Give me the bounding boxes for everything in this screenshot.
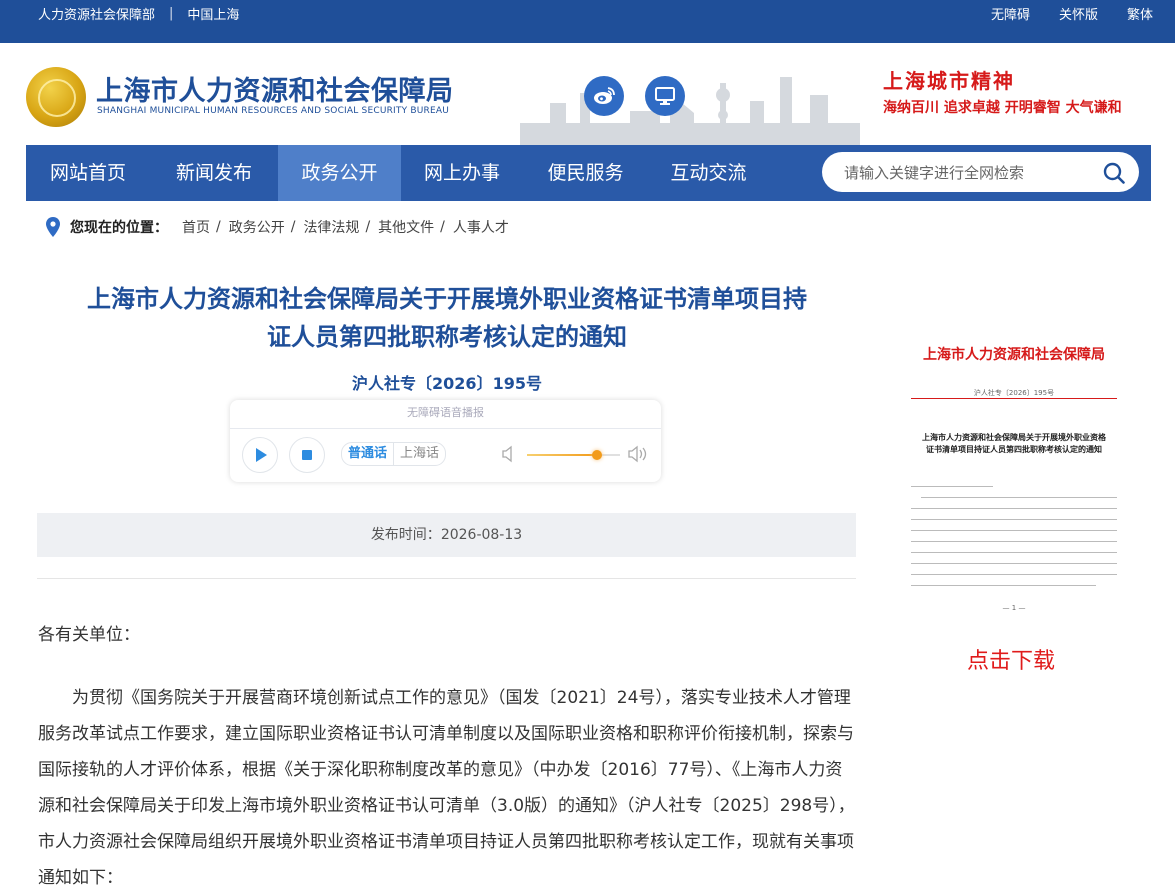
breadcrumb: 您现在的位置： 首页 / 政务公开 / 法律法规 / 其他文件 / 人事人才 [46, 216, 515, 238]
volume-high-icon[interactable] [628, 445, 650, 463]
volume-low-icon[interactable] [502, 445, 516, 463]
document-number: 沪人社专〔2026〕195号 [352, 374, 542, 393]
publish-label: 发布时间： [370, 527, 441, 543]
article-paragraph: 为贯彻《国务院关于开展营商环境创新试点工作的意见》（国发〔2021〕24号），落… [38, 688, 855, 888]
top-right-links: 无障碍 关怀版 繁体 [962, 0, 1153, 27]
voice-broadcast-player: 无障碍语音播报 普通话 上海话 [230, 400, 661, 482]
publish-info-bar: 发布时间：2026-08-13 [37, 513, 856, 557]
stop-button[interactable] [289, 437, 325, 473]
breadcrumb-label: 您现在的位置： [70, 220, 168, 236]
elderly-mode-link[interactable]: 关怀版 [1059, 4, 1098, 23]
nav-government-affairs[interactable]: 政务公开 [278, 145, 401, 201]
traditional-chinese-link[interactable]: 繁体 [1127, 4, 1153, 23]
skyline-decoration [520, 77, 860, 145]
document-preview[interactable]: 上海市人力资源和社会保障局 沪人社专〔2026〕195号 上海市人力资源和社会保… [911, 336, 1117, 616]
nav-online-services[interactable]: 网上办事 [401, 145, 523, 201]
stop-icon [302, 450, 312, 460]
divider [37, 578, 856, 579]
search-icon[interactable] [1103, 162, 1125, 184]
nav-home[interactable]: 网站首页 [26, 145, 150, 201]
play-icon [256, 448, 267, 462]
top-bar: 人力资源社会保障部 | 中国上海 无障碍 关怀版 繁体 [0, 0, 1175, 43]
mandarin-option[interactable]: 普通话 [342, 443, 395, 465]
breadcrumb-other-documents[interactable]: 其他文件 [378, 217, 434, 237]
main-nav: 网站首页 新闻发布 政务公开 网上办事 便民服务 互动交流 [26, 145, 1151, 201]
preview-text-lines [911, 486, 1117, 596]
salutation: 各有关单位： [38, 625, 140, 645]
bureau-emblem-icon[interactable] [26, 67, 86, 127]
mohrss-link[interactable]: 人力资源社会保障部 [38, 4, 155, 23]
article-title: 上海市人力资源和社会保障局关于开展境外职业资格证书清单项目持 证人员第四批职称考… [38, 280, 856, 356]
breadcrumb-government-affairs[interactable]: 政务公开 [229, 217, 285, 237]
site-title[interactable]: 上海市人力资源和社会保障局 [96, 69, 454, 108]
top-left-links: 人力资源社会保障部 | 中国上海 [38, 0, 239, 27]
preview-page-number: — 1 — [1002, 604, 1026, 612]
city-spirit-text: 海纳百川 追求卓越 开明睿智 大气谦和 [883, 100, 1122, 116]
nav-convenience-services[interactable]: 便民服务 [523, 145, 648, 201]
nav-interaction[interactable]: 互动交流 [648, 145, 769, 201]
preview-title: 上海市人力资源和社会保障局关于开展境外职业资格证书清单项目持证人员第四批职称考核… [922, 432, 1106, 454]
breadcrumb-laws[interactable]: 法律法规 [303, 217, 359, 237]
location-pin-icon [46, 217, 60, 237]
download-link[interactable]: 点击下载 [967, 643, 1055, 675]
accessibility-link[interactable]: 无障碍 [991, 4, 1030, 23]
dialect-toggle: 普通话 上海话 [341, 442, 447, 466]
divider: | [169, 6, 174, 21]
article-title-line-1: 上海市人力资源和社会保障局关于开展境外职业资格证书清单项目持 [87, 285, 807, 313]
preview-red-rule [911, 398, 1117, 399]
city-spirit-title: 上海城市精神 [883, 69, 1015, 93]
china-shanghai-link[interactable]: 中国上海 [187, 4, 239, 23]
shanghainese-option[interactable]: 上海话 [394, 443, 445, 465]
article-title-line-2: 证人员第四批职称考核认定的通知 [267, 323, 627, 351]
site-header: 上海市人力资源和社会保障局 SHANGHAI MUNICIPAL HUMAN R… [0, 43, 1175, 145]
volume-slider[interactable] [527, 450, 620, 460]
breadcrumb-personnel[interactable]: 人事人才 [453, 217, 509, 237]
site-title-en: SHANGHAI MUNICIPAL HUMAN RESOURCES AND S… [97, 106, 450, 116]
monitor-icon[interactable] [645, 76, 685, 116]
publish-date: 2026-08-13 [440, 527, 523, 543]
nav-news[interactable]: 新闻发布 [150, 145, 278, 201]
player-caption: 无障碍语音播报 [407, 406, 484, 419]
weibo-icon[interactable] [584, 76, 624, 116]
preview-doc-number: 沪人社专〔2026〕195号 [973, 389, 1055, 397]
search-input[interactable] [842, 152, 1096, 194]
breadcrumb-home[interactable]: 首页 [182, 217, 210, 237]
play-button[interactable] [242, 437, 278, 473]
search-box [822, 152, 1139, 194]
volume-handle[interactable] [591, 450, 602, 460]
preview-header: 上海市人力资源和社会保障局 [923, 347, 1105, 363]
volume-fill [527, 454, 597, 456]
